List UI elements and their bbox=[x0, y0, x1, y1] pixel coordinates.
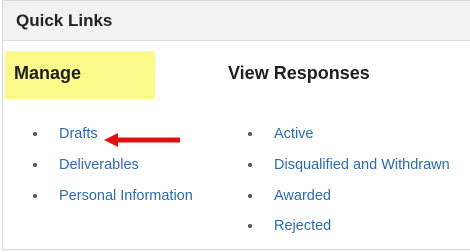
panel-title: Quick Links bbox=[16, 10, 113, 30]
deliverables-link[interactable]: Deliverables bbox=[59, 156, 139, 174]
view-responses-heading: View Responses bbox=[228, 63, 370, 83]
active-link[interactable]: Active bbox=[274, 125, 314, 143]
bullet bbox=[33, 193, 37, 198]
panel-header: Quick Links bbox=[3, 1, 470, 41]
manage-heading: Manage bbox=[14, 63, 82, 83]
awarded-link[interactable]: Awarded bbox=[274, 187, 331, 205]
drafts-link[interactable]: Drafts bbox=[59, 125, 98, 143]
bullet bbox=[33, 132, 37, 136]
personal-information-link[interactable]: Personal Information bbox=[59, 187, 193, 205]
disqualified-withdrawn-link[interactable]: Disqualified and Withdrawn bbox=[274, 156, 450, 174]
bullet bbox=[248, 132, 252, 136]
bullet bbox=[248, 162, 252, 167]
red-left-arrow-icon bbox=[104, 133, 180, 147]
rejected-link[interactable]: Rejected bbox=[274, 217, 331, 235]
bullet bbox=[33, 162, 37, 167]
bullet bbox=[248, 193, 252, 198]
